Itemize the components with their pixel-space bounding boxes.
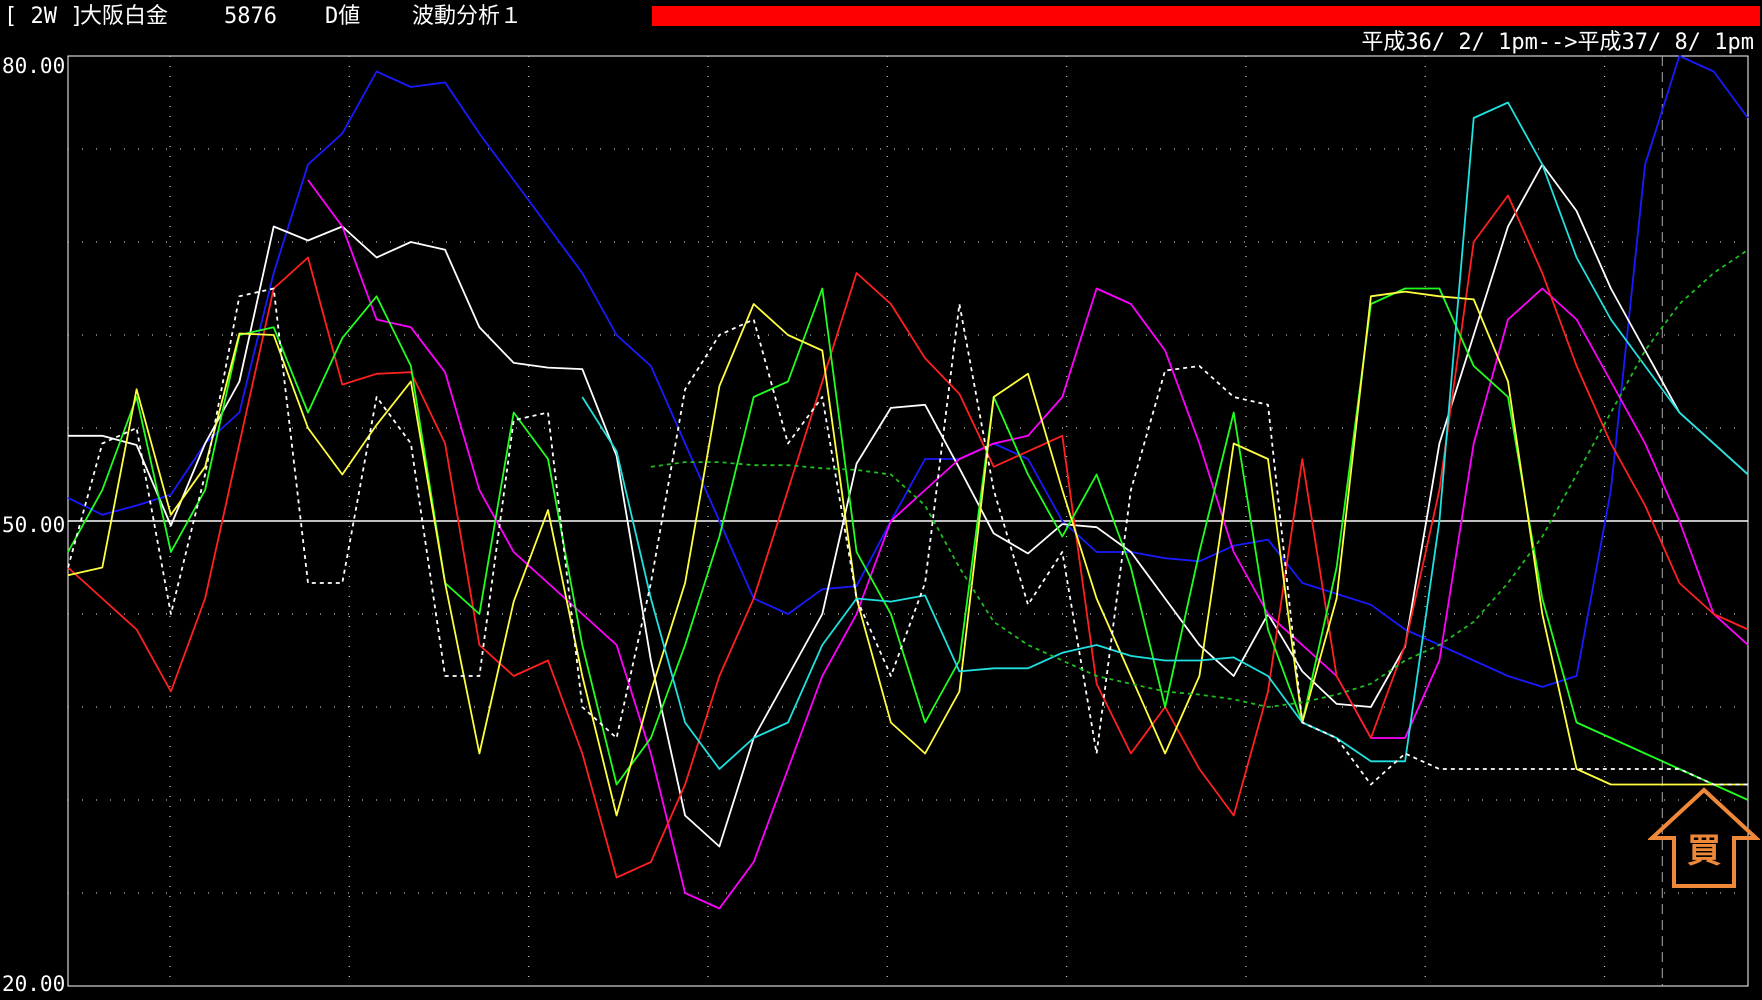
up-arrow-icon: 買 <box>1648 787 1760 888</box>
line-chart <box>67 55 1749 987</box>
y-tick-label: 80.00 <box>2 54 66 78</box>
series-line-4 <box>67 194 1749 879</box>
series-line-7 <box>581 101 1749 770</box>
y-tick-label: 20.00 <box>2 972 66 996</box>
buy-signal-label: 買 <box>1687 831 1721 871</box>
series-line-1 <box>67 55 1749 688</box>
y-tick-label: 50.00 <box>2 513 66 537</box>
series-line-6 <box>67 290 1748 817</box>
